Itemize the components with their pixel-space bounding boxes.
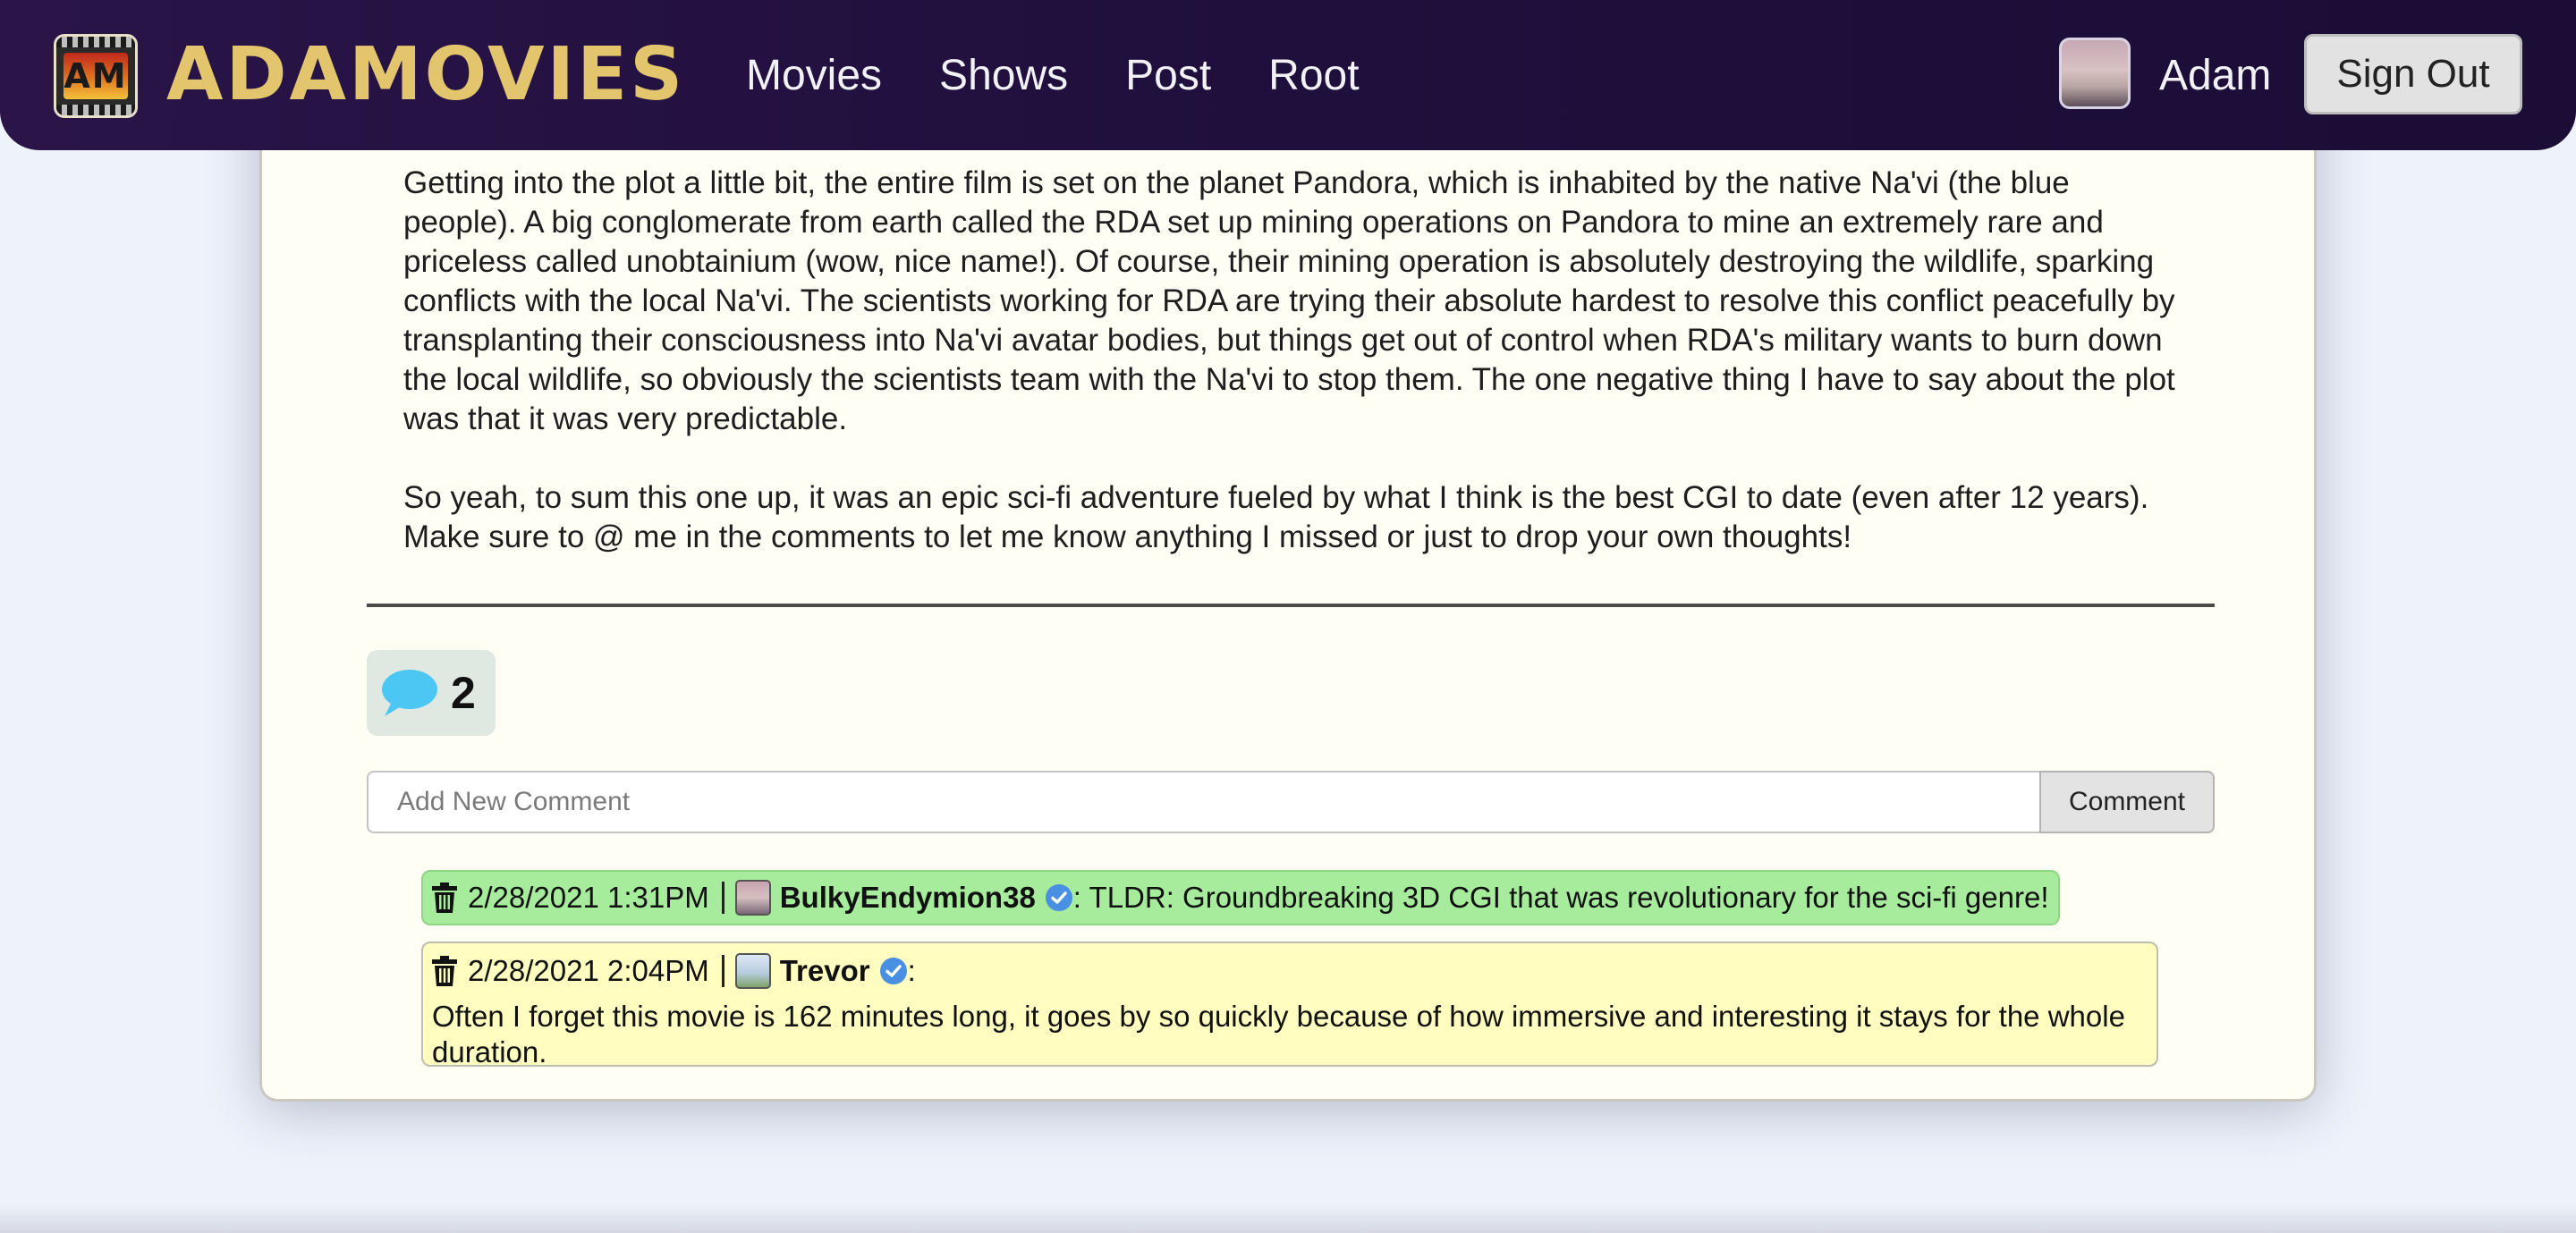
post-body: Getting into the plot a little bit, the …: [403, 164, 2183, 596]
post-paragraph: So yeah, to sum this one up, it was an e…: [403, 480, 2149, 554]
nav-links: Movies Shows Post Root: [746, 45, 1360, 107]
user-name[interactable]: Adam: [2159, 45, 2271, 107]
commenter-avatar[interactable]: [734, 953, 771, 989]
comment-timestamp: 2/28/2021 2:04PM: [468, 954, 709, 987]
logo-icon[interactable]: AM: [54, 34, 138, 118]
comment-button[interactable]: Comment: [2039, 771, 2215, 833]
logo-letters: AM: [64, 53, 128, 99]
nav-link-movies[interactable]: Movies: [746, 45, 882, 107]
trash-icon[interactable]: [432, 883, 457, 913]
comment-colon: :: [907, 954, 916, 987]
chat-bubble-icon: [379, 666, 438, 720]
nav-link-root[interactable]: Root: [1268, 45, 1359, 107]
post-paragraph: Getting into the plot a little bit, the …: [403, 165, 2175, 436]
comment-text: Often I forget this movie is 162 minutes…: [432, 1000, 2125, 1068]
separator: [721, 882, 724, 914]
comment-input[interactable]: [367, 771, 2039, 833]
comment-form: Comment: [367, 771, 2215, 833]
comment-text: : TLDR: Groundbreaking 3D CGI that was r…: [1072, 881, 2049, 914]
comment-username[interactable]: Trevor: [780, 954, 870, 988]
post-card: Getting into the plot a little bit, the …: [259, 54, 2317, 1102]
sign-out-button[interactable]: Sign Out: [2304, 34, 2522, 114]
separator: [721, 955, 724, 987]
brand-name[interactable]: ADAMOVIES: [166, 32, 685, 118]
navbar: AM ADAMOVIES Movies Shows Post Root Adam…: [0, 0, 2576, 150]
bottom-shadow: [0, 1203, 2576, 1233]
nav-link-shows[interactable]: Shows: [939, 45, 1068, 107]
verified-badge-icon: [1045, 883, 1073, 912]
divider: [367, 604, 2215, 607]
comment-timestamp: 2/28/2021 1:31PM: [468, 881, 709, 914]
comment-count-badge[interactable]: 2: [367, 650, 496, 736]
comment-item: 2/28/2021 1:31PM BulkyEndymion38 : TLDR:…: [421, 870, 2060, 925]
user-avatar[interactable]: [2059, 38, 2131, 109]
comment-item: 2/28/2021 2:04PM Trevor : Often I forget…: [421, 942, 2158, 1068]
commenter-avatar[interactable]: [734, 880, 771, 916]
verified-badge-icon: [879, 957, 908, 985]
trash-icon[interactable]: [432, 956, 457, 986]
comment-username[interactable]: BulkyEndymion38: [780, 881, 1036, 915]
comment-count: 2: [451, 668, 476, 718]
comment-header: 2/28/2021 2:04PM Trevor :: [432, 949, 2142, 993]
nav-link-post[interactable]: Post: [1125, 45, 1211, 107]
